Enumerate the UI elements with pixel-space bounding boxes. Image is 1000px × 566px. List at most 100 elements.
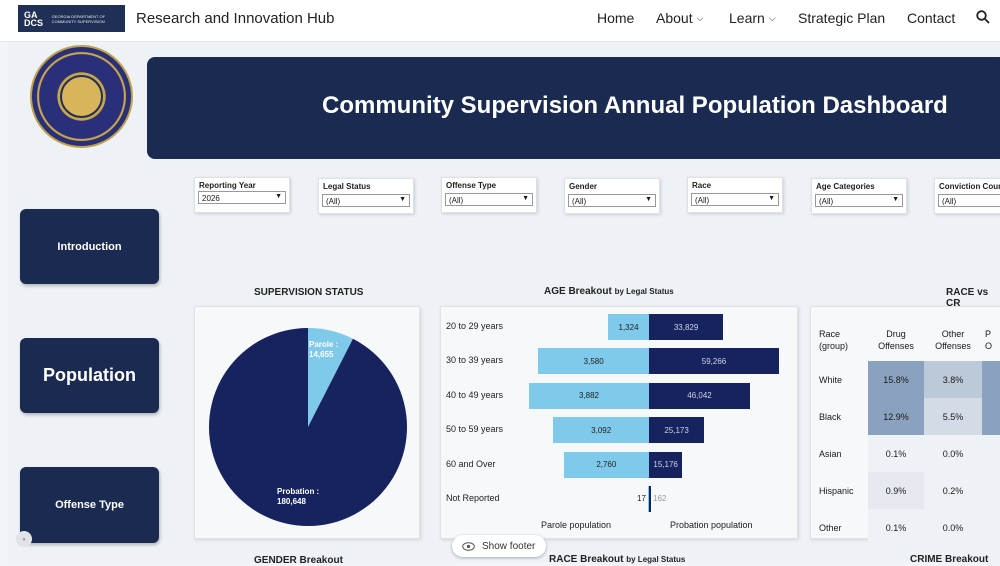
race-vs-crime-panel: Race (group) Drug Offenses Other Offense… <box>810 306 1000 546</box>
nav-learn-label: Learn <box>729 10 765 26</box>
population-button[interactable]: Population <box>20 338 159 413</box>
heatmap-cell[interactable]: 12.9% <box>868 398 924 435</box>
dashboard-title: Community Supervision Annual Population … <box>322 92 948 119</box>
chevron-down-icon: ⌵ <box>768 12 776 23</box>
top-navigation-bar: GA DCS GEORGIA DEPARTMENT OF COMMUNITY S… <box>0 0 1000 42</box>
heatmap-cell[interactable]: 0.9% <box>868 472 924 509</box>
heatmap-cell[interactable] <box>982 472 1000 509</box>
age-category-label: 20 to 29 years <box>446 321 504 331</box>
legend-probation: Probation population <box>670 520 753 530</box>
race-label: Asian <box>819 448 842 459</box>
heatmap-row: Hispanic 0.9% 0.2% <box>816 472 1000 509</box>
heatmap-cell[interactable]: 3.8% <box>924 361 982 398</box>
filter-label: Race <box>692 181 712 190</box>
probation-value-label: 162 <box>653 494 667 503</box>
col-other-offenses: Other Offenses <box>935 329 971 351</box>
filter-conviction-court[interactable]: Conviction Cour (All) <box>934 178 1000 214</box>
filter-label: Offense Type <box>446 181 497 190</box>
parole-bar[interactable]: 2,760 <box>563 451 649 478</box>
logo-text: GEORGIA DEPARTMENT OF COMMUNITY SUPERVIS… <box>51 13 106 24</box>
filter-select[interactable]: (All) ▼ <box>568 194 656 207</box>
introduction-button[interactable]: Introduction <box>20 209 159 284</box>
col-race-group: Race (group) <box>819 329 849 351</box>
filter-select[interactable]: (All) ▼ <box>445 193 533 206</box>
heatmap-cell[interactable]: 15.8% <box>868 361 924 398</box>
race-crime-heatmap: Race (group) Drug Offenses Other Offense… <box>816 319 1000 546</box>
offense-type-button[interactable]: Offense Type <box>20 467 159 543</box>
col-drug-offenses: Drug Offenses <box>878 329 914 351</box>
heatmap-cell[interactable] <box>982 361 1000 398</box>
filter-select[interactable]: (All) ▼ <box>691 193 779 206</box>
supervision-status-title: SUPERVISION STATUS <box>254 287 364 298</box>
heatmap-row: Other 0.1% 0.0% <box>816 509 1000 546</box>
nav-strategic-plan-label: Strategic Plan <box>798 10 886 26</box>
filter-select[interactable]: (All) ▼ <box>322 194 410 207</box>
nav-contact-label: Contact <box>907 10 956 26</box>
probation-bar[interactable]: 33,829 <box>649 314 724 340</box>
heatmap-cell[interactable] <box>982 435 1000 472</box>
dropdown-arrow-icon: ▼ <box>522 195 529 202</box>
heatmap-row: Black 12.9% 5.5% <box>816 398 1000 435</box>
race-label: Hispanic <box>819 485 854 496</box>
site-title[interactable]: Research and Innovation Hub <box>136 10 334 27</box>
parole-bar[interactable]: 3,092 <box>553 417 649 444</box>
nav-about-label: About <box>656 10 693 26</box>
age-breakout-panel: Parole population Probation population 2… <box>440 306 798 539</box>
heatmap-cell[interactable] <box>982 509 1000 546</box>
supervision-status-panel: Parole :14,655 Probation :180,648 <box>194 306 420 539</box>
filter-legal-status[interactable]: Legal Status (All) ▼ <box>318 178 414 214</box>
probation-slice-label: Probation :180,648 <box>277 487 320 506</box>
filter-gender[interactable]: Gender (All) ▼ <box>564 178 660 214</box>
filter-select[interactable]: (All) ▼ <box>815 194 903 207</box>
filter-select[interactable]: (All) <box>938 194 1000 207</box>
nav-about[interactable]: About ⌵ <box>656 10 703 26</box>
heatmap-cell[interactable]: 0.0% <box>924 509 982 546</box>
filter-race[interactable]: Race (All) ▼ <box>687 177 783 213</box>
filter-select[interactable]: 2026 ▼ <box>198 191 286 204</box>
heatmap-cell[interactable]: 5.5% <box>924 398 982 435</box>
show-footer-button[interactable]: Show footer <box>452 535 546 557</box>
heatmap-cell[interactable] <box>982 398 1000 435</box>
probation-bar[interactable]: 15,176 <box>649 451 683 478</box>
age-category-label: 60 and Over <box>446 458 496 469</box>
nav-learn[interactable]: Learn ⌵ <box>729 10 776 26</box>
gadcs-logo[interactable]: GA DCS GEORGIA DEPARTMENT OF COMMUNITY S… <box>18 5 125 32</box>
gender-breakout-title: GENDER Breakout <box>254 555 343 566</box>
filter-reporting-year[interactable]: Reporting Year 2026 ▼ <box>194 177 290 213</box>
parole-value-label: 17 <box>637 494 646 503</box>
age-breakout-title: AGE Breakout by Legal Status <box>544 286 674 297</box>
accessibility-icon[interactable]: ◦ <box>16 531 32 547</box>
heatmap-cell[interactable]: 0.0% <box>924 435 982 472</box>
filter-offense-type[interactable]: Offense Type (All) ▼ <box>441 177 537 213</box>
nav-home[interactable]: Home <box>597 10 634 26</box>
department-seal-logo <box>30 45 133 148</box>
col-p-offenses: P O <box>985 329 993 351</box>
probation-bar[interactable] <box>649 486 651 512</box>
show-footer-label: Show footer <box>482 540 536 552</box>
parole-bar[interactable]: 3,882 <box>529 382 649 409</box>
probation-bar[interactable]: 46,042 <box>649 382 750 409</box>
dropdown-arrow-icon: ▼ <box>399 196 406 203</box>
nav-contact[interactable]: Contact <box>907 10 955 26</box>
filter-label: Conviction Cour <box>939 182 1000 191</box>
probation-bar[interactable]: 59,266 <box>649 348 779 375</box>
heatmap-cell[interactable]: 0.2% <box>924 472 982 509</box>
nav-home-label: Home <box>597 10 635 26</box>
race-label: Other <box>819 522 842 533</box>
chevron-down-icon: ⌵ <box>696 12 704 23</box>
nav-strategic-plan[interactable]: Strategic Plan <box>798 10 885 26</box>
logo-mark: GA DCS <box>24 9 44 28</box>
heatmap-cell[interactable]: 0.1% <box>868 509 924 546</box>
search-icon[interactable] <box>976 10 990 24</box>
filter-label: Gender <box>569 182 598 191</box>
filter-label: Legal Status <box>323 182 371 191</box>
probation-bar[interactable]: 25,173 <box>649 417 705 444</box>
dropdown-arrow-icon: ▼ <box>892 196 899 203</box>
heatmap-cell[interactable]: 0.1% <box>868 435 924 472</box>
parole-bar[interactable]: 3,580 <box>538 348 649 375</box>
dropdown-arrow-icon: ▼ <box>768 195 775 202</box>
parole-bar[interactable]: 1,324 <box>608 314 649 340</box>
dropdown-arrow-icon: ▼ <box>275 193 282 200</box>
age-category-label: Not Reported <box>446 493 500 503</box>
filter-age-categories[interactable]: Age Categories (All) ▼ <box>811 178 907 214</box>
